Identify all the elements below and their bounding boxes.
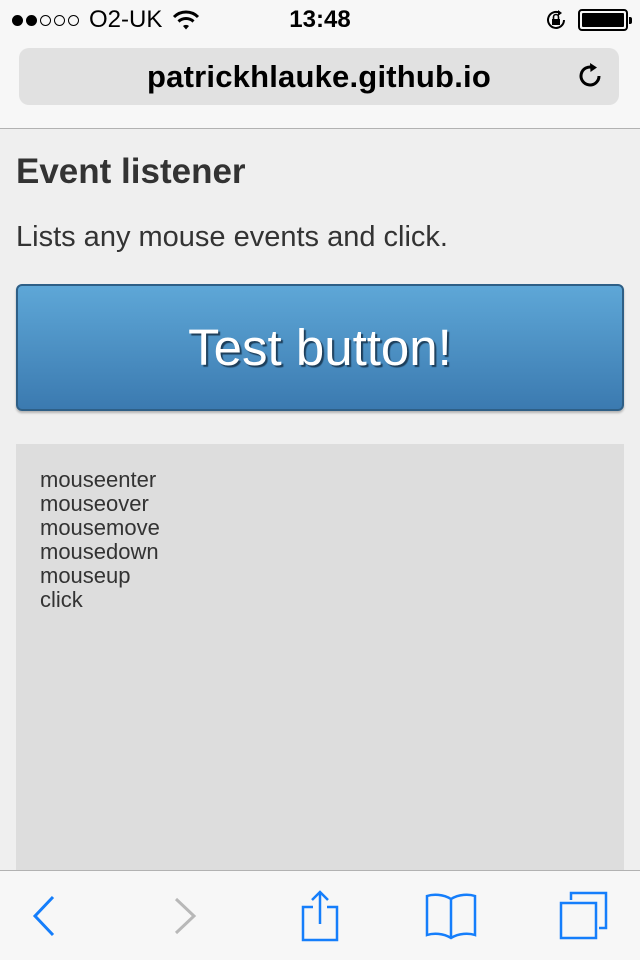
tabs-button[interactable] [553, 889, 613, 943]
bookmarks-button[interactable] [421, 889, 481, 943]
status-left: O2-UK [12, 6, 200, 34]
browser-toolbar [0, 870, 640, 960]
back-button[interactable] [14, 889, 74, 943]
carrier-name: O2-UK [89, 6, 163, 33]
event-log-item: mouseenter [40, 467, 157, 492]
test-button[interactable]: Test button! [16, 284, 624, 411]
forward-button[interactable] [155, 889, 215, 943]
tabs-icon [559, 891, 608, 940]
page-content: Event listener Lists any mouse events an… [16, 129, 624, 904]
event-log-item: mouseover [40, 491, 149, 516]
battery-fill [582, 13, 624, 27]
wifi-icon [173, 10, 200, 30]
status-right [544, 8, 632, 32]
signal-strength-icon [12, 14, 79, 26]
status-bar: O2-UK 13:48 [0, 0, 640, 40]
browser-address-bar: patrickhlauke.github.io [0, 40, 640, 129]
battery-icon [578, 9, 632, 31]
event-log-panel: mouseenter mouseover mousemove mousedown… [16, 444, 624, 904]
url-field[interactable]: patrickhlauke.github.io [19, 48, 619, 105]
page-title: Event listener [16, 152, 246, 191]
event-log-item: click [40, 587, 83, 612]
rotation-lock-icon [547, 10, 565, 29]
event-log-item: mousemove [40, 515, 160, 540]
url-text: patrickhlauke.github.io [147, 58, 491, 94]
reload-icon[interactable] [575, 61, 605, 91]
phone-screen: O2-UK 13:48 patrickhlauke.github.io Even… [0, 0, 640, 960]
page-description: Lists any mouse events and click. [16, 221, 448, 253]
forward-icon [174, 897, 197, 935]
back-icon [32, 895, 55, 937]
event-log-item: mousedown [40, 539, 159, 564]
share-icon [301, 890, 339, 942]
event-log-item: mouseup [40, 563, 131, 588]
share-button[interactable] [290, 889, 350, 943]
bookmarks-icon [425, 893, 477, 940]
